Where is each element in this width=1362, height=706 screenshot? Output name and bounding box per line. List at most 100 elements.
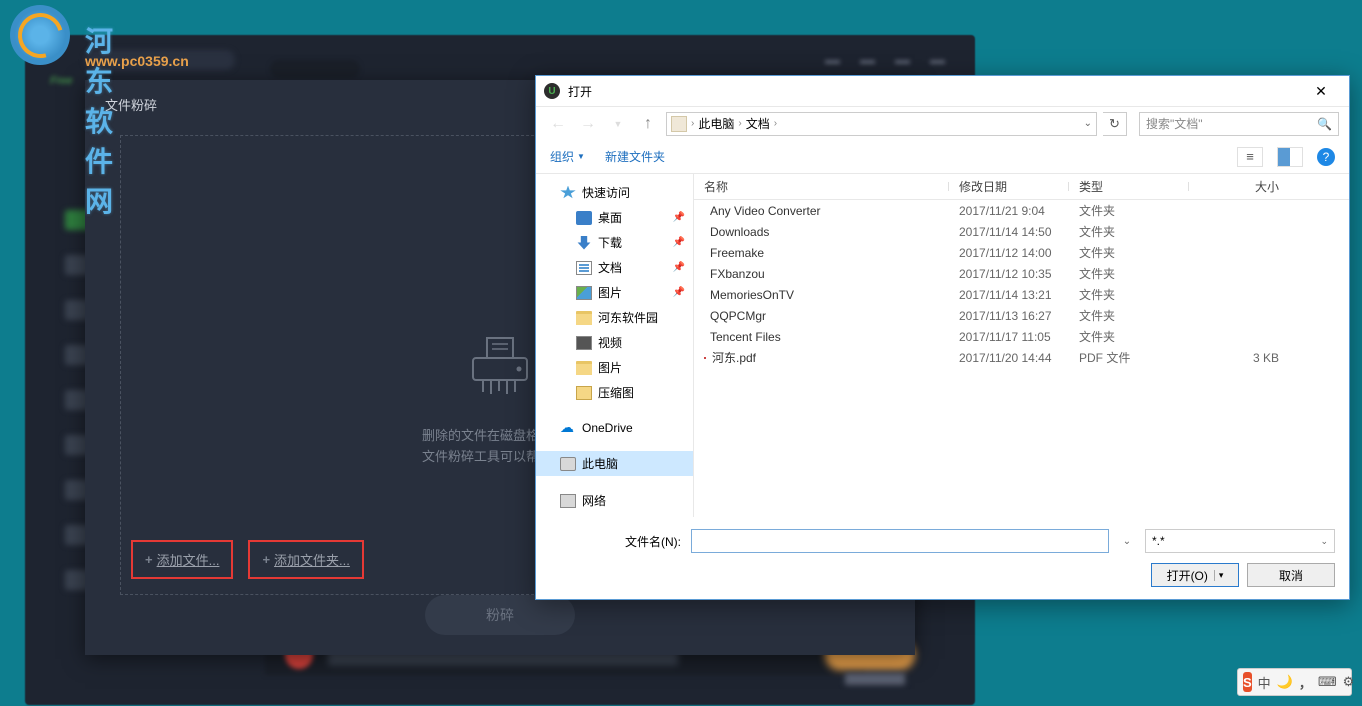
folder-icon [671, 116, 687, 132]
list-item[interactable]: QQPCMgr2017/11/13 16:27文件夹 [694, 305, 1349, 326]
filename-input[interactable] [691, 529, 1109, 553]
pc-icon [560, 457, 576, 471]
search-icon: 🔍 [1317, 117, 1332, 131]
breadcrumb-current[interactable]: 文档 [746, 115, 770, 132]
list-item[interactable]: FXbanzou2017/11/12 10:35文件夹 [694, 263, 1349, 284]
caret-down-icon: ▼ [577, 152, 585, 161]
star-icon [560, 186, 576, 200]
picture-icon [576, 286, 592, 300]
ime-keyboard-icon: ⌨ [1318, 674, 1337, 690]
breadcrumb-root[interactable]: 此电脑 [698, 115, 734, 132]
preview-pane-button[interactable] [1277, 147, 1303, 167]
search-placeholder: 搜索"文档" [1146, 115, 1203, 132]
new-folder-button[interactable]: 新建文件夹 [605, 148, 665, 165]
tree-network[interactable]: 网络 [536, 488, 693, 513]
file-name: Freemake [710, 246, 764, 260]
file-date: 2017/11/14 13:21 [949, 288, 1069, 302]
network-icon [560, 494, 576, 508]
filename-dropdown-icon[interactable]: ⌄ [1119, 536, 1135, 547]
nav-bar: ← → ▼ ↑ › 此电脑 › 文档 › ⌄ ↻ 搜索"文档" 🔍 [536, 106, 1349, 140]
pdf-icon [704, 357, 706, 359]
tree-documents[interactable]: 文档📌 [536, 255, 693, 280]
file-type: 文件夹 [1069, 244, 1189, 261]
tree-videos[interactable]: 视频 [536, 330, 693, 355]
file-type: 文件夹 [1069, 265, 1189, 282]
shred-action-button[interactable]: 粉碎 [425, 595, 575, 635]
list-item[interactable]: Downloads 2017/11/14 14:50文件夹 [694, 221, 1349, 242]
folder-tree[interactable]: 快速访问 桌面📌 下载📌 文档📌 图片📌 河东软件园 视频 图片 压缩图 One… [536, 174, 694, 517]
tree-this-pc[interactable]: 此电脑 [536, 451, 693, 476]
ime-comma-icon: ， [1299, 673, 1312, 692]
ime-settings-icon: ⚙ [1343, 674, 1355, 690]
watermark-title: 河东软件网 [85, 20, 113, 220]
file-date: 2017/11/14 14:50 [949, 225, 1069, 239]
add-folder-button[interactable]: + 添加文件夹... [248, 540, 363, 579]
file-name: Downloads [710, 225, 769, 239]
cancel-button[interactable]: 取消 [1247, 563, 1335, 587]
list-item[interactable]: Any Video Converter2017/11/21 9:04文件夹 [694, 200, 1349, 221]
col-type[interactable]: 类型 [1069, 178, 1189, 195]
ime-mode: 中 [1258, 673, 1271, 692]
site-watermark: 河东软件网 www.pc0359.cn [10, 5, 70, 65]
close-button[interactable]: ✕ [1301, 77, 1341, 105]
caret-down-icon: ⌄ [1320, 536, 1328, 547]
file-name: QQPCMgr [710, 309, 766, 323]
caret-down-icon: ▾ [1214, 570, 1224, 581]
nav-up-button[interactable]: ↑ [636, 112, 660, 136]
video-icon [576, 336, 592, 350]
search-input[interactable]: 搜索"文档" 🔍 [1139, 112, 1339, 136]
file-date: 2017/11/13 16:27 [949, 309, 1069, 323]
folder-icon [576, 361, 592, 375]
dialog-title: 打开 [568, 83, 1301, 100]
refresh-button[interactable]: ↻ [1103, 112, 1127, 136]
tree-pictures[interactable]: 图片📌 [536, 280, 693, 305]
open-button[interactable]: 打开(O) ▾ [1151, 563, 1239, 587]
file-type: PDF 文件 [1069, 349, 1189, 366]
col-date[interactable]: 修改日期 [949, 178, 1069, 195]
pin-icon: 📌 [673, 212, 685, 223]
nav-back-button[interactable]: ← [546, 112, 570, 136]
chevron-right-icon: › [774, 118, 777, 129]
tree-compressed[interactable]: 压缩图 [536, 380, 693, 405]
onedrive-icon [560, 421, 576, 435]
help-button[interactable]: ? [1317, 148, 1335, 166]
list-item[interactable]: 河东.pdf2017/11/20 14:44PDF 文件3 KB [694, 347, 1349, 368]
pin-icon: 📌 [673, 287, 685, 298]
view-mode-button[interactable] [1237, 147, 1263, 167]
nav-history-dropdown[interactable]: ▼ [606, 112, 630, 136]
breadcrumb-dropdown-icon[interactable]: ⌄ [1084, 118, 1092, 129]
tree-hedong[interactable]: 河东软件园 [536, 305, 693, 330]
organize-menu[interactable]: 组织 ▼ [550, 148, 585, 165]
tree-quick-access[interactable]: 快速访问 [536, 180, 693, 205]
file-list[interactable]: 名称 修改日期 类型 大小 Any Video Converter2017/11… [694, 174, 1349, 517]
file-type: 文件夹 [1069, 328, 1189, 345]
plus-icon: + [145, 552, 153, 567]
ime-moon-icon: 🌙 [1277, 674, 1293, 690]
file-type: 文件夹 [1069, 223, 1189, 240]
nav-forward-button[interactable]: → [576, 112, 600, 136]
document-icon [576, 261, 592, 275]
file-date: 2017/11/17 11:05 [949, 330, 1069, 344]
file-name: MemoriesOnTV [710, 288, 794, 302]
file-type: 文件夹 [1069, 202, 1189, 219]
col-name[interactable]: 名称 [694, 178, 949, 195]
breadcrumb-bar[interactable]: › 此电脑 › 文档 › ⌄ [666, 112, 1097, 136]
app-icon [544, 83, 560, 99]
list-item[interactable]: Tencent Files2017/11/17 11:05文件夹 [694, 326, 1349, 347]
list-item[interactable]: Freemake2017/11/12 14:00文件夹 [694, 242, 1349, 263]
col-size[interactable]: 大小 [1189, 178, 1289, 195]
sogou-icon: S [1243, 672, 1252, 692]
tree-pictures2[interactable]: 图片 [536, 355, 693, 380]
file-date: 2017/11/20 14:44 [949, 351, 1069, 365]
chevron-right-icon: › [691, 118, 694, 129]
tree-downloads[interactable]: 下载📌 [536, 230, 693, 255]
tree-onedrive[interactable]: OneDrive [536, 417, 693, 439]
file-filter-dropdown[interactable]: *.* ⌄ [1145, 529, 1335, 553]
tree-desktop[interactable]: 桌面📌 [536, 205, 693, 230]
list-item[interactable]: MemoriesOnTV2017/11/14 13:21文件夹 [694, 284, 1349, 305]
watermark-logo-icon [10, 5, 70, 65]
desktop-icon [576, 211, 592, 225]
ime-indicator[interactable]: S 中 🌙 ， ⌨ ⚙ [1237, 668, 1352, 696]
file-date: 2017/11/21 9:04 [949, 204, 1069, 218]
add-file-button[interactable]: + 添加文件... [131, 540, 233, 579]
